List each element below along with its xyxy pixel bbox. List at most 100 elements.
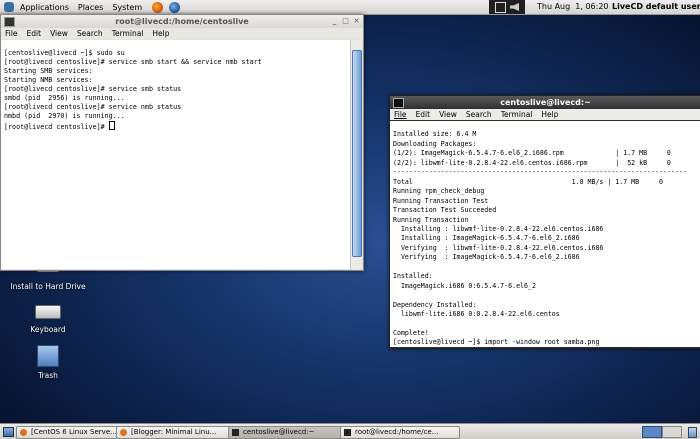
terminal-line: ImageMagick.i686 0:6.5.4.7-6.el6_2 [393,281,536,290]
terminal-line: Verifying : ImageMagick-6.5.4.7-6.el6_2.… [393,253,580,262]
top-panel: Applications Places System Thu Aug 1, 06… [0,0,700,15]
keyboard-shortcut[interactable]: Keyboard [20,305,76,334]
show-desktop-icon[interactable] [3,427,14,437]
terminal-line: Complete! [393,328,429,337]
terminal-line: Verifying : libwmf-lite-0.2.8.4-22.el6.c… [393,243,604,252]
user-terminal-titlebar[interactable]: centoslive@livecd:~ [390,96,700,109]
terminal-line: ----------------------------------------… [393,168,687,177]
terminal-line: (1/2): ImageMagick-6.5.4.7-6.el6_2.i686.… [393,149,671,158]
menu-view[interactable]: View [50,29,68,38]
menu-applications[interactable]: Applications [20,3,69,12]
menu-edit[interactable]: Edit [27,29,42,38]
terminal-line: [root@livecd centoslive]# service smb st… [4,58,262,67]
terminal-line: Starting SMB services: [4,67,93,76]
trash-icon [37,345,59,367]
terminal-line: Installed: [393,272,433,281]
bottom-panel: [CentOS 6 Linux Serve... [Blogger: Minim… [0,423,700,439]
root-terminal-window[interactable]: root@livecd:/home/centoslive _ □ ✕ File … [0,14,364,271]
terminal-line: [centoslive@livecd ~]$ sudo su [4,49,125,58]
install-label: Install to Hard Drive [10,282,86,291]
terminal-line: [centoslive@livecd ~]$ import -window ro… [393,338,600,347]
menu-terminal[interactable]: Terminal [501,110,533,119]
workspace-2[interactable] [662,426,682,438]
user-name[interactable]: LiveCD default user [612,2,700,11]
terminal-line: [root@livecd centoslive]# service smb st… [4,85,182,94]
clock[interactable]: Thu Aug 1, 06:20 [537,2,609,11]
task-user-terminal[interactable]: centoslive@livecd:~ [228,426,352,439]
terminal-line: libwmf-lite.i686 0:0.2.8.4-22.el6.centos [393,310,560,319]
thunderbird-icon[interactable] [169,1,181,13]
menu-help[interactable]: Help [541,110,558,119]
terminal-line: Installing : ImageMagick-6.5.4.7-6.el6_2… [393,234,580,243]
keyboard-label: Keyboard [30,325,66,334]
trash-label: Trash [38,371,58,380]
maximize-button[interactable]: □ [341,17,350,26]
terminal-line: Running Transaction Test [393,196,489,205]
terminal-line: Starting NMB services: [4,76,93,85]
terminal-line: Downloading Packages: [393,139,477,148]
menu-search[interactable]: Search [77,29,103,38]
keyboard-icon [35,305,61,319]
terminal-line: Transaction Test Succeeded [393,206,497,215]
terminal-line: Running Transaction [393,215,469,224]
user-terminal-title: centoslive@livecd:~ [500,98,591,107]
task-label: [CentOS 6 Linux Serve... [31,428,117,436]
terminal-line: nmbd (pid 2970) is running... [4,112,125,121]
terminal-prompt-line: [root@livecd centoslive]# [4,121,350,132]
volume-icon[interactable] [510,3,519,11]
terminal-app-icon [4,17,15,27]
user-terminal-window[interactable]: centoslive@livecd:~ File Edit View Searc… [389,95,700,349]
root-terminal-titlebar[interactable]: root@livecd:/home/centoslive _ □ ✕ [1,15,363,28]
menu-places[interactable]: Places [78,3,103,12]
task-blogger-browser[interactable]: [Blogger: Minimal Linu... [116,426,240,439]
menu-system[interactable]: System [112,3,142,12]
task-label: centoslive@livecd:~ [243,428,315,436]
menu-edit[interactable]: Edit [416,110,431,119]
close-button[interactable]: ✕ [352,17,361,26]
menu-help[interactable]: Help [152,29,169,38]
menu-search[interactable]: Search [466,110,492,119]
terminal-app-icon [393,98,404,108]
terminal-line: Total 1.8 MB/s | 1.7 MB 0 [393,177,663,186]
terminal-icon [232,429,239,436]
network-icon[interactable] [495,2,506,13]
firefox-icon [120,429,127,436]
root-terminal-scrollbar[interactable] [350,40,362,269]
workspace-1[interactable] [642,426,662,438]
terminal-icon [344,429,351,436]
task-label: root@livecd:/home/ce... [355,428,439,436]
minimize-button[interactable]: _ [330,17,339,26]
scrollbar-thumb[interactable] [352,50,362,257]
gnome-foot-icon[interactable] [4,2,14,12]
terminal-line: Installed size: 6.4 M [393,130,477,139]
workspace-switcher[interactable] [642,426,682,438]
root-terminal-output[interactable]: [centoslive@livecd ~]$ sudo su [root@live… [1,40,353,269]
trash-shortcut[interactable]: Trash [20,345,76,380]
menu-file[interactable]: File [394,110,407,119]
terminal-line: [root@livecd centoslive]# [4,123,109,132]
trash-applet-icon[interactable] [688,427,697,438]
root-terminal-menubar: File Edit View Search Terminal Help [1,28,363,39]
task-centos-browser[interactable]: [CentOS 6 Linux Serve... [16,426,128,439]
terminal-line: [root@livecd centoslive]# service nmb st… [4,103,182,112]
user-terminal-menubar: File Edit View Search Terminal Help [390,109,700,120]
task-root-terminal[interactable]: root@livecd:/home/ce... [340,426,460,439]
user-terminal-output[interactable]: Installed size: 6.4 M Downloading Package… [390,121,700,347]
menu-terminal[interactable]: Terminal [112,29,144,38]
terminal-line: Installing : libwmf-lite-0.2.8.4-22.el6.… [393,224,604,233]
firefox-icon[interactable] [152,1,164,13]
menu-view[interactable]: View [439,110,457,119]
system-tray [489,0,525,14]
terminal-line: Running rpm_check_debug [393,187,485,196]
terminal-line: smbd (pid 2956) is running... [4,94,125,103]
menu-file[interactable]: File [5,29,18,38]
root-terminal-title: root@livecd:/home/centoslive [115,17,249,26]
task-label: [Blogger: Minimal Linu... [131,428,217,436]
terminal-line: (2/2): libwmf-lite-0.2.8.4-22.el6.centos… [393,158,671,167]
terminal-line: Dependency Installed: [393,300,477,309]
hollow-cursor [108,121,115,131]
firefox-icon [20,429,27,436]
